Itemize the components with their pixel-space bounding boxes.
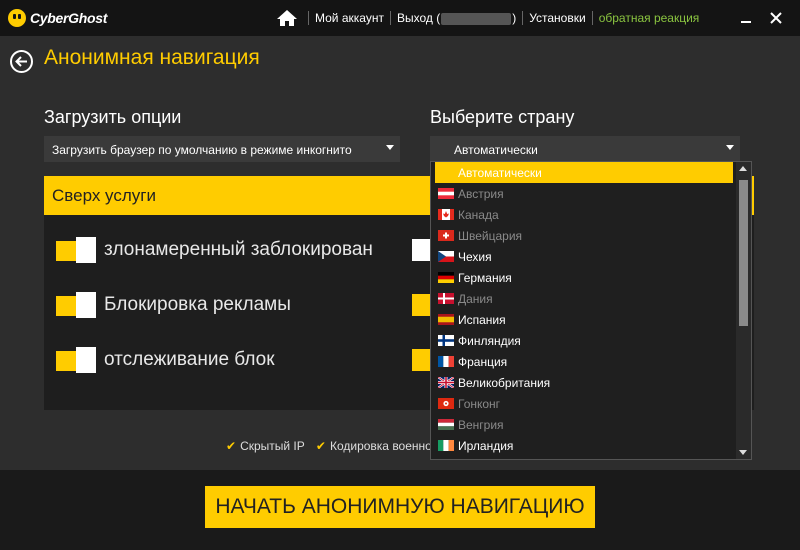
ie-flag-icon <box>438 440 454 451</box>
es-flag-icon <box>438 314 454 325</box>
ad-block-toggle[interactable] <box>56 292 96 318</box>
hk-flag-icon <box>438 398 454 409</box>
ghost-logo-icon <box>8 9 26 27</box>
country-option[interactable]: Германия <box>435 267 733 288</box>
country-option-label: Канада <box>458 207 499 222</box>
country-option-label: Венгрия <box>458 417 504 432</box>
de-flag-icon <box>438 272 454 283</box>
fi-flag-icon <box>438 335 454 346</box>
service-row-ads: Блокировка рекламы <box>56 292 291 318</box>
ca-flag-icon <box>438 209 454 220</box>
scroll-down-icon[interactable] <box>739 450 747 455</box>
logout-label: Выход ( <box>396 11 441 25</box>
ad-block-label: Блокировка рекламы <box>104 294 291 315</box>
check-icon: ✔ <box>226 439 237 453</box>
load-options-value: Загрузить браузер по умолчанию в режиме … <box>52 143 352 157</box>
chevron-down-icon <box>726 145 734 150</box>
country-option[interactable]: Финляндия <box>435 330 733 351</box>
hidden-ip-label: Скрытый IP <box>240 439 305 453</box>
country-option-label: Великобритания <box>458 375 551 390</box>
country-option-label: Германия <box>458 270 512 285</box>
nav-divider <box>522 11 524 25</box>
country-option-label: Дания <box>458 291 493 306</box>
service-toggle-right-3[interactable] <box>412 349 432 371</box>
country-select[interactable]: Автоматически <box>430 136 740 162</box>
malicious-block-label: злонамеренный заблокирован <box>104 239 373 260</box>
close-icon[interactable] <box>767 9 785 27</box>
country-option[interactable]: Венгрия <box>435 414 733 435</box>
dropdown-scrollbar[interactable] <box>736 162 751 459</box>
country-option[interactable]: Ирландия <box>435 435 733 456</box>
tracking-block-toggle[interactable] <box>56 347 96 373</box>
service-row-tracking: отслеживание блок <box>56 347 275 373</box>
settings-link[interactable]: Установки <box>529 11 585 25</box>
logout-link[interactable]: Выход () <box>397 11 516 25</box>
redacted-username <box>441 12 512 25</box>
features-line: ✔ Скрытый IP ✔ Кодировка военно <box>226 439 432 453</box>
country-option[interactable]: Великобритания <box>435 372 733 393</box>
country-option-label: Швейцария <box>458 228 523 243</box>
check-icon: ✔ <box>315 439 326 453</box>
country-option-label: Финляндия <box>458 333 521 348</box>
country-option[interactable]: Автоматически <box>435 162 733 183</box>
feedback-link[interactable]: обратная реакция <box>599 11 700 25</box>
my-account-link[interactable]: Мой аккаунт <box>315 11 384 25</box>
country-option[interactable]: Швейцария <box>435 225 733 246</box>
ch-flag-icon <box>438 230 454 241</box>
nav-divider <box>591 11 593 25</box>
service-toggle-right-1[interactable] <box>412 239 432 261</box>
service-row-malicious: злонамеренный заблокирован <box>56 237 373 263</box>
country-option-label: Испания <box>458 312 506 327</box>
load-options-label: Загрузить опции <box>44 107 182 127</box>
page-title: Анонимная навигация <box>44 46 260 69</box>
country-option-label: Гонконг <box>458 396 501 411</box>
nav-divider <box>389 11 391 25</box>
logout-suffix: ) <box>512 11 517 25</box>
app-logo: CyberGhost <box>8 9 107 27</box>
title-bar: CyberGhost Мой аккаунт Выход () Установк… <box>0 0 800 36</box>
nav-divider <box>308 11 309 25</box>
country-option[interactable]: Австрия <box>435 183 733 204</box>
country-option[interactable]: Испания <box>435 309 733 330</box>
scroll-thumb[interactable] <box>739 180 748 326</box>
gb-flag-icon <box>438 377 454 388</box>
country-option-label: Автоматически <box>458 165 542 180</box>
country-option[interactable]: Дания <box>435 288 733 309</box>
encoding-label: Кодировка военно <box>329 439 432 453</box>
country-label: Выберите страну <box>430 107 575 127</box>
app-name: CyberGhost <box>30 10 108 26</box>
back-button[interactable] <box>10 50 33 73</box>
service-toggle-right-2[interactable] <box>412 294 432 316</box>
country-option[interactable]: Франция <box>435 351 733 372</box>
tracking-block-label: отслеживание блок <box>104 349 275 370</box>
chevron-down-icon <box>386 145 394 150</box>
load-options-select[interactable]: Загрузить браузер по умолчанию в режиме … <box>44 136 400 162</box>
country-option-label: Чехия <box>458 249 492 264</box>
cz-flag-icon <box>438 251 454 262</box>
country-option[interactable]: Канада <box>435 204 733 225</box>
hu-flag-icon <box>438 419 454 430</box>
malicious-block-toggle[interactable] <box>56 237 96 263</box>
dk-flag-icon <box>438 293 454 304</box>
country-option[interactable]: Гонконг <box>435 393 733 414</box>
country-dropdown-list: Автоматически Австрия Канада Швейцария Чехия… <box>430 161 752 460</box>
arrow-left-icon <box>15 56 27 67</box>
home-icon[interactable] <box>276 9 298 27</box>
country-option-label: Ирландия <box>458 438 514 453</box>
start-anonymous-button[interactable]: НАЧАТЬ АНОНИМНУЮ НАВИГАЦИЮ <box>205 486 595 528</box>
country-option-label: Австрия <box>458 186 504 201</box>
country-value: Автоматически <box>454 143 538 157</box>
scroll-up-icon[interactable] <box>739 166 747 171</box>
country-option-label: Франция <box>458 354 508 369</box>
minimize-icon[interactable] <box>737 9 755 27</box>
at-flag-icon <box>438 188 454 199</box>
country-option[interactable]: Чехия <box>435 246 733 267</box>
fr-flag-icon <box>438 356 454 367</box>
top-nav: Мой аккаунт Выход () Установки обратная … <box>276 0 699 36</box>
